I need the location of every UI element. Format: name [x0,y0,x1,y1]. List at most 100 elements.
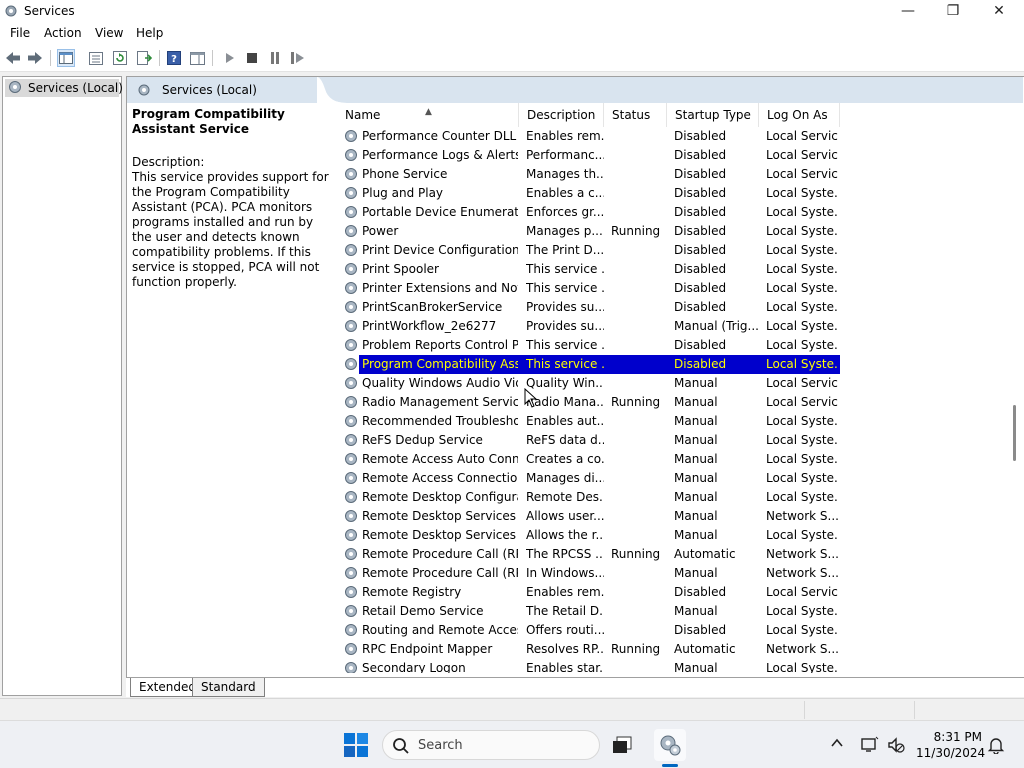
service-log-on-as: Local Service [766,585,838,599]
service-row[interactable]: Program Compatibility Assi... This servic… [337,355,840,374]
service-startup-type: Manual [674,395,718,409]
tree-item-label: Services (Local) [28,81,123,95]
taskbar: Search 8:31 PM 11/30/2024 [0,720,1024,768]
service-startup-type: Manual [674,528,718,542]
service-name: Remote Desktop Services [362,509,517,523]
service-startup-type: Manual [674,376,718,390]
scrollbar-thumb[interactable] [1013,405,1016,461]
start-service-icon[interactable] [221,49,239,67]
service-description: ReFS data d... [526,433,604,447]
service-row[interactable]: Phone Service Manages th... Disabled Local … [337,165,840,184]
service-description: This service ... [526,338,604,352]
service-row[interactable]: Quality Windows Audio Vid... Quality Win.… [337,374,840,393]
minimize-button[interactable]: — [885,0,931,22]
tree-item-services-local[interactable]: Services (Local) [5,79,123,97]
service-row[interactable]: Retail Demo Service The Retail D... Manual… [337,602,840,621]
service-row[interactable]: RPC Endpoint Mapper Resolves RP... Running… [337,640,840,659]
service-row[interactable]: Remote Procedure Call (RP... In Windows..… [337,564,840,583]
service-gear-icon [343,622,359,638]
show-hide-action-pane-icon[interactable] [188,49,206,67]
vertical-scrollbar[interactable] [1007,103,1023,673]
service-startup-type: Manual [674,452,718,466]
service-gear-icon [343,356,359,372]
service-row[interactable]: Radio Management Service Radio Mana... Run… [337,393,840,412]
service-description: Resolves RP... [526,642,604,656]
service-row[interactable]: Performance Counter DLL ... Enables rem..… [337,127,840,146]
stop-service-icon[interactable] [243,49,261,67]
pause-service-icon[interactable] [266,49,284,67]
service-startup-type: Disabled [674,205,727,219]
service-gear-icon [343,565,359,581]
service-row[interactable]: Remote Desktop Services Allows user... Man… [337,507,840,526]
service-row[interactable]: Routing and Remote Access Offers routi...… [337,621,840,640]
toolbar: ? [0,44,1024,72]
service-name: RPC Endpoint Mapper [362,642,493,656]
help-icon[interactable]: ? [165,49,183,67]
service-row[interactable]: ReFS Dedup Service ReFS data d... Manual Lo… [337,431,840,450]
notification-bell-icon[interactable] [987,736,1005,757]
service-description: This service ... [526,357,604,371]
column-header-log-on-as[interactable]: Log On As [759,103,840,127]
service-name: Remote Procedure Call (RPC) [362,547,518,561]
service-name: Remote Desktop Services U... [362,528,518,542]
service-row[interactable]: Recommended Troublesho... Enables aut... M… [337,412,840,431]
restart-service-icon[interactable] [289,49,307,67]
column-header-description[interactable]: Description [519,103,604,127]
service-row[interactable]: Remote Desktop Services U... Allows the r… [337,526,840,545]
service-description: Provides su... [526,319,604,333]
services-taskbar-app-icon[interactable] [654,729,686,761]
service-startup-type: Disabled [674,129,727,143]
service-log-on-as: Local Syste... [766,490,838,504]
service-row[interactable]: Secondary Logon Enables star... Manual Loca… [337,659,840,673]
windows-start-icon[interactable] [344,733,368,757]
service-row[interactable]: Plug and Play Enables a c... Disabled Local… [337,184,840,203]
service-row[interactable]: PrintWorkflow_2e6277 Provides su... Manual… [337,317,840,336]
restore-button[interactable]: ❐ [930,0,976,22]
volume-muted-icon[interactable] [886,735,906,755]
service-row[interactable]: Performance Logs & Alerts Performanc... Di… [337,146,840,165]
column-header-name[interactable]: Name ▲ [337,103,519,127]
service-row[interactable]: PrintScanBrokerService Provides su... Disa… [337,298,840,317]
network-icon[interactable] [860,735,880,755]
service-row[interactable]: Remote Registry Enables rem... Disabled Loc… [337,583,840,602]
properties-sheet-icon[interactable] [87,49,105,67]
service-log-on-as: Local Service [766,395,838,409]
column-header-startup-type[interactable]: Startup Type [667,103,759,127]
menu-view[interactable]: View [95,26,123,40]
service-row[interactable]: Remote Access Auto Conne... Creates a co.… [337,450,840,469]
refresh-icon[interactable] [111,49,129,67]
service-row[interactable]: Power Manages p... Running Disabled Local Sy… [337,222,840,241]
toolbar-separator [159,50,160,66]
service-row[interactable]: Problem Reports Control Pa... This servic… [337,336,840,355]
service-row[interactable]: Remote Access Connection... Manages di...… [337,469,840,488]
column-header-status[interactable]: Status [604,103,667,127]
taskbar-search-box[interactable]: Search [382,730,600,760]
export-list-icon[interactable] [135,49,153,67]
system-clock[interactable]: 8:31 PM 11/30/2024 [916,729,985,761]
chevron-up-icon[interactable] [829,735,845,754]
service-description: Manages di... [526,471,604,485]
service-row[interactable]: Remote Desktop Configurat... Remote Des..… [337,488,840,507]
service-gear-icon [343,128,359,144]
show-hide-console-tree-icon[interactable] [57,49,75,67]
menu-file[interactable]: File [10,26,30,40]
view-tabs: Extended Standard [126,677,1024,697]
service-row[interactable]: Print Spooler This service ... Disabled Loc… [337,260,840,279]
menu-help[interactable]: Help [136,26,163,40]
close-button[interactable]: ✕ [976,0,1022,22]
service-log-on-as: Network S... [766,547,838,561]
service-row[interactable]: Remote Procedure Call (RPC) The RPCSS ...… [337,545,840,564]
forward-arrow-icon[interactable] [26,49,44,67]
menu-action[interactable]: Action [44,26,82,40]
service-row[interactable]: Print Device Configuration ... The Print … [337,241,840,260]
service-startup-type: Disabled [674,167,727,181]
tab-standard[interactable]: Standard [192,678,265,697]
service-startup-type: Disabled [674,224,727,238]
back-arrow-icon[interactable] [4,49,22,67]
service-log-on-as: Network S... [766,642,838,656]
service-row[interactable]: Portable Device Enumerator... Enforces gr… [337,203,840,222]
main-pane-title: Services (Local) [162,83,257,97]
task-view-icon[interactable] [606,729,638,761]
service-gear-icon [343,261,359,277]
service-row[interactable]: Printer Extensions and Notif... This serv… [337,279,840,298]
